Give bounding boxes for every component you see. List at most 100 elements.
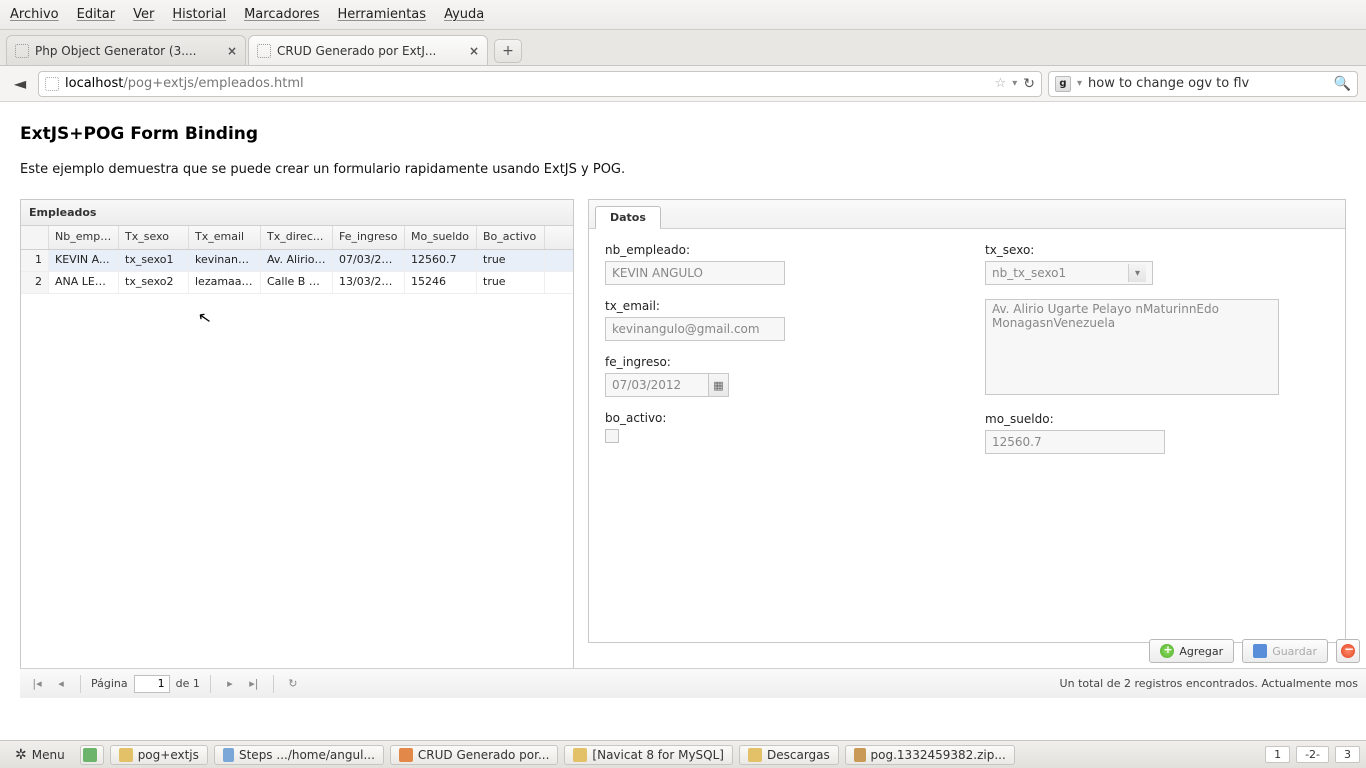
grid-body: 1 KEVIN A... tx_sexo1 kevinang... Av. Al…	[21, 250, 573, 674]
tx-sexo-combo[interactable]: nb_tx_sexo1 ▾	[985, 261, 1153, 285]
field-mo-sueldo: mo_sueldo:	[985, 412, 1329, 454]
menu-archivo[interactable]: Archivo	[10, 7, 59, 22]
folder-icon	[119, 748, 133, 762]
col-nb-empleado[interactable]: Nb_empl...	[49, 226, 119, 249]
grid-title: Empleados	[21, 200, 573, 226]
back-button[interactable]: ◄	[8, 72, 32, 96]
form-tabhost: Datos	[589, 200, 1345, 229]
taskbar-item[interactable]: pog.1332459382.zip...	[845, 745, 1015, 765]
search-text[interactable]: how to change ogv to flv	[1088, 76, 1328, 91]
guardar-button[interactable]: Guardar	[1242, 639, 1328, 663]
mo-sueldo-input[interactable]	[985, 430, 1165, 454]
tab-pog[interactable]: Php Object Generator (3.... ×	[6, 35, 246, 65]
taskbar-item[interactable]: CRUD Generado por...	[390, 745, 559, 765]
direccion-textarea[interactable]	[985, 299, 1279, 395]
tab-datos[interactable]: Datos	[595, 206, 661, 229]
app-menubar: Archivo Editar Ver Historial Marcadores …	[0, 0, 1366, 30]
taskbar-item[interactable]: Descargas	[739, 745, 839, 765]
add-icon	[1160, 644, 1174, 658]
desktop-icon	[83, 748, 97, 762]
field-direccion	[985, 299, 1329, 398]
workspace-2[interactable]: -2-	[1296, 746, 1329, 763]
form-footer: Agregar Guardar	[1143, 634, 1366, 668]
menu-ayuda[interactable]: Ayuda	[444, 7, 484, 22]
col-tx-email[interactable]: Tx_email	[189, 226, 261, 249]
field-nb-empleado: nb_empleado:	[605, 243, 949, 285]
save-icon	[1253, 644, 1267, 658]
col-tx-direc[interactable]: Tx_direc...	[261, 226, 333, 249]
workspace-1[interactable]: 1	[1265, 746, 1290, 763]
firefox-icon	[399, 748, 413, 762]
chevron-down-icon[interactable]: ▾	[1128, 264, 1146, 282]
delete-icon	[1341, 644, 1355, 658]
search-engine-dropdown-icon[interactable]: ▾	[1077, 78, 1082, 89]
tab-label: Php Object Generator (3....	[35, 44, 197, 58]
pager-status: Un total de 2 registros encontrados. Act…	[1060, 677, 1358, 690]
menu-herramientas[interactable]: Herramientas	[338, 7, 427, 22]
col-tx-sexo[interactable]: Tx_sexo	[119, 226, 189, 249]
refresh-button[interactable]: ↻	[284, 675, 302, 693]
bo-activo-checkbox[interactable]	[605, 429, 619, 443]
tx-email-input[interactable]	[605, 317, 785, 341]
nav-toolbar: ◄ localhost/pog+extjs/empleados.html ☆ ▾…	[0, 66, 1366, 102]
table-row[interactable]: 1 KEVIN A... tx_sexo1 kevinang... Av. Al…	[21, 250, 573, 272]
folder-icon	[748, 748, 762, 762]
tab-label: CRUD Generado por ExtJ...	[277, 44, 436, 58]
delete-button[interactable]	[1336, 639, 1360, 663]
pager-label: Página	[91, 677, 128, 690]
grid-panel: Empleados Nb_empl... Tx_sexo Tx_email Tx…	[20, 199, 574, 675]
nb-empleado-input[interactable]	[605, 261, 785, 285]
search-engine-icon[interactable]: g	[1055, 76, 1071, 92]
fe-ingreso-input[interactable]	[605, 373, 709, 397]
page-intro: Este ejemplo demuestra que se puede crea…	[20, 162, 1346, 177]
close-icon[interactable]: ×	[227, 44, 237, 58]
grid-header: Nb_empl... Tx_sexo Tx_email Tx_direc... …	[21, 226, 573, 250]
menu-editar[interactable]: Editar	[77, 7, 116, 22]
show-desktop-button[interactable]	[80, 745, 104, 765]
workspace-3[interactable]: 3	[1335, 746, 1360, 763]
reload-icon[interactable]: ↻	[1023, 76, 1035, 92]
col-fe-ingreso[interactable]: Fe_ingreso	[333, 226, 405, 249]
url-text[interactable]: localhost/pog+extjs/empleados.html	[65, 76, 989, 91]
grid-pager: |◂ ◂ Página de 1 ▸ ▸| ↻ Un total de 2 re…	[20, 668, 1366, 698]
url-bar[interactable]: localhost/pog+extjs/empleados.html ☆ ▾ ↻	[38, 71, 1042, 97]
tab-crud[interactable]: CRUD Generado por ExtJ... ×	[248, 35, 488, 65]
close-icon[interactable]: ×	[469, 44, 479, 58]
site-identity-icon[interactable]	[45, 77, 59, 91]
table-row[interactable]: 2 ANA LEZ... tx_sexo2 lezamaas... Calle …	[21, 272, 573, 294]
agregar-button[interactable]: Agregar	[1149, 639, 1234, 663]
app-icon	[223, 748, 234, 762]
menu-historial[interactable]: Historial	[172, 7, 226, 22]
page-number-input[interactable]	[134, 675, 170, 693]
favicon-icon	[15, 44, 29, 58]
taskbar-item[interactable]: [Navicat 8 for MySQL]	[564, 745, 733, 765]
first-page-button[interactable]: |◂	[28, 675, 46, 693]
history-dropdown-icon[interactable]: ▾	[1012, 78, 1017, 89]
page-title: ExtJS+POG Form Binding	[20, 124, 1346, 144]
menu-ver[interactable]: Ver	[133, 7, 154, 22]
favicon-icon	[257, 44, 271, 58]
col-mo-sueldo[interactable]: Mo_sueldo	[405, 226, 477, 249]
new-tab-button[interactable]: +	[494, 39, 522, 63]
next-page-button[interactable]: ▸	[221, 675, 239, 693]
col-rownum[interactable]	[21, 226, 49, 249]
start-menu-button[interactable]: ✲Menu	[6, 744, 74, 766]
navicat-icon	[573, 748, 587, 762]
taskbar-item[interactable]: pog+extjs	[110, 745, 208, 765]
search-bar[interactable]: g ▾ how to change ogv to flv 🔍	[1048, 71, 1358, 97]
taskbar-item[interactable]: Steps .../home/angul...	[214, 745, 384, 765]
form-panel: Datos nb_empleado: tx_email: fe_ingreso:	[588, 199, 1346, 643]
calendar-icon[interactable]: ▦	[709, 373, 729, 397]
last-page-button[interactable]: ▸|	[245, 675, 263, 693]
gear-icon: ✲	[15, 747, 27, 763]
menu-marcadores[interactable]: Marcadores	[244, 7, 319, 22]
search-icon[interactable]: 🔍	[1334, 76, 1351, 92]
desktop-taskbar: ✲Menu pog+extjs Steps .../home/angul... …	[0, 740, 1366, 768]
browser-tabstrip: Php Object Generator (3.... × CRUD Gener…	[0, 30, 1366, 66]
bookmark-star-icon[interactable]: ☆	[995, 76, 1007, 91]
field-tx-sexo: tx_sexo: nb_tx_sexo1 ▾	[985, 243, 1329, 285]
col-bo-activo[interactable]: Bo_activo	[477, 226, 545, 249]
prev-page-button[interactable]: ◂	[52, 675, 70, 693]
field-fe-ingreso: fe_ingreso: ▦	[605, 355, 949, 397]
archive-icon	[854, 748, 866, 762]
